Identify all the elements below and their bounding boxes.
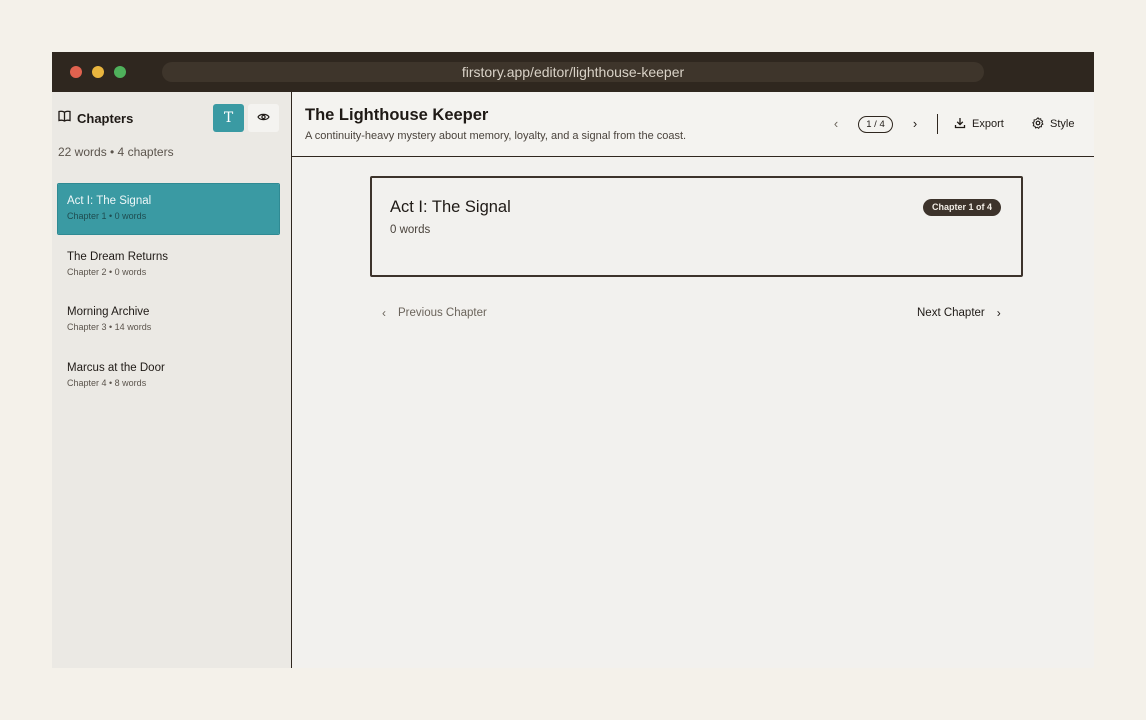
sidebar-title-group: Chapters	[58, 104, 133, 132]
chapter-item-2[interactable]: The Dream Returns Chapter 2 • 0 words	[58, 240, 279, 290]
editor-header: The Lighthouse Keeper A continuity-heavy…	[292, 92, 1094, 157]
chapter-title: Act I: The Signal	[67, 195, 152, 207]
page-indicator: 1 / 4	[858, 116, 893, 133]
style-label: Style	[1050, 118, 1075, 130]
next-chapter-button[interactable]: Next Chapter ›	[917, 304, 1001, 322]
text-format-icon: T	[223, 110, 234, 126]
chapter-heading: Act I: The Signal	[390, 198, 511, 216]
minimize-window-button[interactable]	[92, 66, 104, 78]
chapter-item-4[interactable]: Marcus at the Door Chapter 4 • 8 words	[58, 351, 279, 401]
gear-icon	[1032, 116, 1044, 132]
chapter-meta: Chapter 1 • 0 words	[67, 211, 147, 221]
close-window-button[interactable]	[70, 66, 82, 78]
previous-chapter-label: Previous Chapter	[398, 307, 487, 319]
chapter-position-badge: Chapter 1 of 4	[923, 199, 1002, 216]
export-button[interactable]: Export	[954, 114, 1004, 134]
chapter-list: Act I: The Signal Chapter 1 • 0 words Th…	[57, 183, 280, 406]
address-bar[interactable]: firstory.app/editor/lighthouse-keeper	[162, 62, 984, 82]
sidebar-title: Chapters	[77, 110, 134, 126]
manuscript-stats: 22 words • 4 chapters	[58, 145, 174, 159]
chevron-right-icon: ›	[996, 306, 1001, 320]
preview-mode-button[interactable]	[248, 104, 279, 132]
next-page-button[interactable]: ›	[908, 116, 922, 132]
export-label: Export	[972, 118, 1004, 130]
chapter-card[interactable]: Act I: The Signal 0 words Chapter 1 of 4	[370, 176, 1023, 277]
chapter-title: Morning Archive	[67, 306, 150, 318]
chapter-meta: Chapter 4 • 8 words	[67, 377, 147, 388]
chevron-right-icon: ›	[912, 116, 918, 131]
maximize-window-button[interactable]	[114, 66, 126, 78]
chevron-left-icon: ‹	[833, 116, 839, 131]
previous-chapter-button[interactable]: ‹ Previous Chapter	[382, 304, 487, 322]
chapter-meta: Chapter 3 • 14 words	[67, 322, 152, 332]
story-title: The Lighthouse Keeper	[305, 106, 489, 124]
chapter-item-1[interactable]: Act I: The Signal Chapter 1 • 0 words	[57, 183, 280, 235]
chapter-title: Marcus at the Door	[67, 361, 165, 374]
sidebar-header: Chapters T	[58, 104, 280, 132]
chapter-item-3[interactable]: Morning Archive Chapter 3 • 14 words	[58, 295, 279, 345]
app-window: firstory.app/editor/lighthouse-keeper Ch…	[52, 52, 1094, 668]
browser-titlebar: firstory.app/editor/lighthouse-keeper	[52, 52, 1094, 92]
chapters-sidebar: Chapters T 22 words • 4 chapters Act I: …	[52, 92, 292, 668]
book-icon	[58, 109, 71, 127]
chapter-word-count: 0 words	[390, 224, 431, 236]
text-mode-button[interactable]: T	[213, 104, 244, 132]
download-icon	[954, 117, 966, 132]
chapter-meta: Chapter 2 • 0 words	[67, 266, 147, 277]
eye-icon	[257, 109, 270, 127]
header-divider	[937, 114, 938, 134]
previous-page-button[interactable]: ‹	[829, 116, 843, 132]
next-chapter-label: Next Chapter	[917, 307, 985, 319]
style-button[interactable]: Style	[1032, 114, 1074, 134]
editor-main: The Lighthouse Keeper A continuity-heavy…	[292, 92, 1094, 668]
story-subtitle: A continuity-heavy mystery about memory,…	[305, 130, 687, 142]
chevron-left-icon: ‹	[382, 306, 386, 320]
chapter-title: The Dream Returns	[67, 250, 168, 263]
